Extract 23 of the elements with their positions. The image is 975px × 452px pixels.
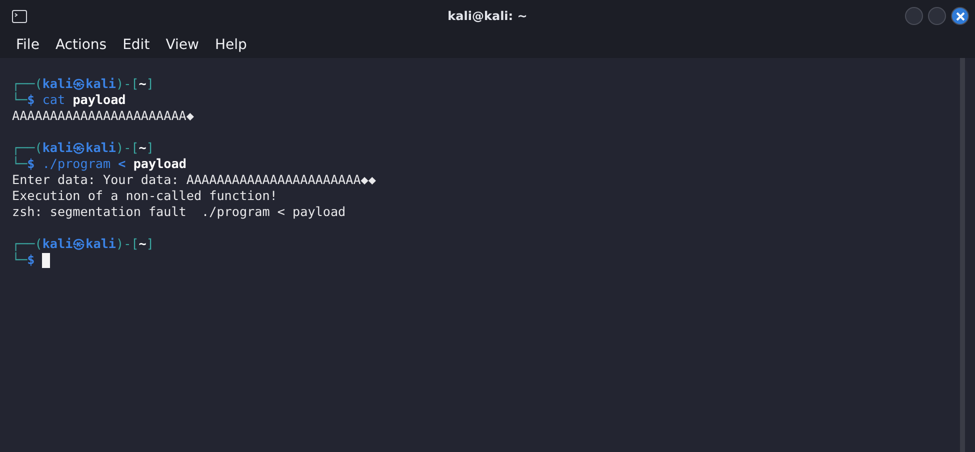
window-title: kali@kali: ~: [448, 9, 528, 23]
menu-item[interactable]: View: [158, 37, 207, 53]
terminal-line: Execution of a non-called function!: [12, 188, 278, 204]
terminal-line: ┌──(kali㉿kali)-[~]: [12, 236, 154, 252]
terminal-line: zsh: segmentation fault ./program < payload: [12, 204, 346, 220]
close-icon: [956, 12, 964, 20]
maximize-button[interactable]: [928, 7, 946, 25]
menu-item[interactable]: Actions: [47, 37, 115, 53]
close-button[interactable]: [951, 7, 969, 25]
terminal-line: ┌──(kali㉿kali)-[~]: [12, 140, 154, 156]
minimize-button[interactable]: [905, 7, 923, 25]
text-cursor: [42, 252, 50, 268]
terminal-line: ┌──(kali㉿kali)-[~]: [12, 76, 154, 92]
terminal-line: Enter data: Your data: AAAAAAAAAAAAAAAAAAAAAAA◆◆: [12, 172, 376, 188]
scrollbar[interactable]: [960, 58, 965, 452]
terminal-line: AAAAAAAAAAAAAAAAAAAAAAA◆: [12, 108, 194, 124]
menu-item[interactable]: File: [8, 37, 48, 53]
menu-item[interactable]: Edit: [114, 37, 158, 53]
terminal-line: └─$ cat payload: [12, 92, 126, 108]
prompt-line: └─$: [12, 252, 36, 268]
terminal-line: └─$ ./program < payload: [12, 156, 186, 172]
menu-item[interactable]: Help: [206, 37, 255, 53]
terminal-icon: [12, 10, 27, 22]
